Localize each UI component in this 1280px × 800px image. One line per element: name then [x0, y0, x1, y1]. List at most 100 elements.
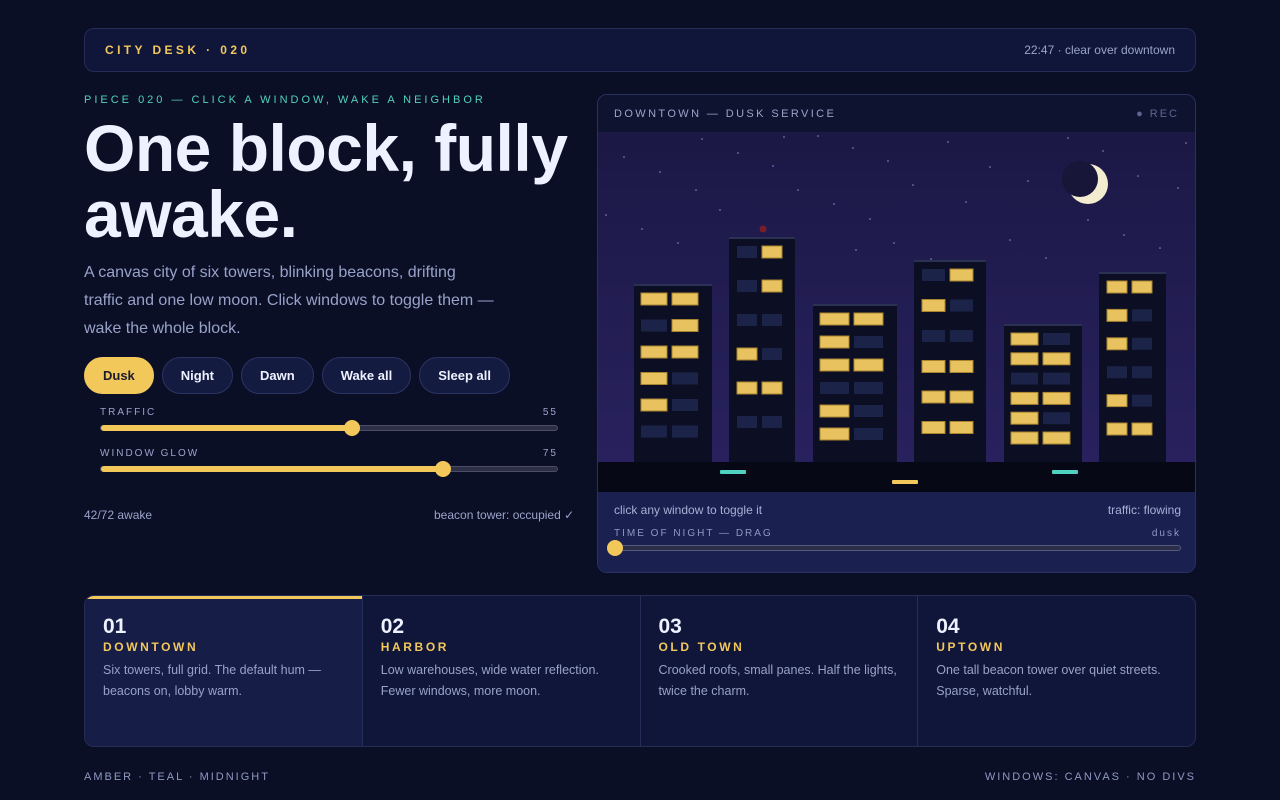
window-lit[interactable] — [640, 372, 668, 385]
window-lit[interactable] — [640, 398, 668, 412]
window-lit[interactable] — [949, 360, 974, 373]
dusk-button[interactable]: Dusk — [84, 357, 154, 394]
window-lit[interactable] — [1010, 431, 1039, 445]
window-dark[interactable] — [922, 330, 945, 342]
window-dark[interactable] — [641, 425, 667, 438]
night-button[interactable]: Night — [161, 357, 234, 394]
traffic-track[interactable] — [100, 420, 558, 436]
window-dark[interactable] — [762, 314, 782, 326]
district-tabs: 01 DOWNTOWN Six towers, full grid. The d… — [84, 595, 1196, 747]
window-lit[interactable] — [949, 268, 974, 282]
window-dark[interactable] — [820, 382, 849, 394]
star — [772, 165, 774, 167]
window-lit[interactable] — [1106, 422, 1128, 436]
window-dark[interactable] — [1132, 366, 1152, 379]
window-dark[interactable] — [641, 319, 667, 332]
window-lit[interactable] — [761, 381, 783, 395]
window-dark[interactable] — [1011, 372, 1038, 385]
time-of-night-thumb[interactable] — [607, 540, 623, 556]
window-dark[interactable] — [854, 405, 883, 417]
window-lit[interactable] — [1010, 332, 1039, 346]
star — [701, 138, 703, 140]
window-dark[interactable] — [854, 336, 883, 348]
window-lit[interactable] — [736, 347, 758, 361]
window-dark[interactable] — [672, 425, 698, 438]
window-lit[interactable] — [853, 358, 884, 372]
dawn-button[interactable]: Dawn — [241, 357, 314, 394]
time-of-night-track[interactable] — [607, 540, 1181, 556]
window-lit[interactable] — [1106, 337, 1128, 351]
window-lit[interactable] — [1042, 391, 1071, 405]
window-glow-track[interactable] — [100, 461, 558, 477]
tower-5 — [1004, 324, 1082, 462]
window-dark[interactable] — [672, 399, 698, 411]
window-lit[interactable] — [819, 335, 850, 349]
window-lit[interactable] — [819, 427, 850, 441]
window-lit[interactable] — [921, 360, 946, 373]
window-lit[interactable] — [1010, 391, 1039, 405]
traffic-fill — [101, 425, 352, 431]
star — [1159, 247, 1161, 249]
window-lit[interactable] — [949, 421, 974, 434]
window-dark[interactable] — [762, 416, 782, 428]
city-canvas[interactable] — [598, 132, 1196, 492]
window-lit[interactable] — [921, 299, 946, 312]
window-lit[interactable] — [761, 279, 783, 293]
district-downtown[interactable]: 01 DOWNTOWN Six towers, full grid. The d… — [85, 596, 363, 746]
window-lit[interactable] — [853, 312, 884, 326]
window-lit[interactable] — [671, 345, 699, 359]
window-dark[interactable] — [737, 314, 757, 326]
window-lit[interactable] — [921, 390, 946, 404]
window-dark[interactable] — [737, 416, 757, 428]
window-dark[interactable] — [737, 246, 757, 258]
window-lit[interactable] — [736, 381, 758, 395]
window-lit[interactable] — [1010, 352, 1039, 366]
window-glow-thumb[interactable] — [435, 461, 451, 477]
window-lit[interactable] — [819, 358, 850, 372]
district-uptown[interactable]: 04 UPTOWN One tall beacon tower over qui… — [918, 596, 1195, 746]
window-dark[interactable] — [1043, 372, 1070, 385]
district-old-town[interactable]: 03 OLD TOWN Crooked roofs, small panes. … — [641, 596, 919, 746]
sleep-all-button[interactable]: Sleep all — [419, 357, 510, 394]
window-lit[interactable] — [671, 319, 699, 332]
window-dark[interactable] — [1132, 394, 1152, 407]
wake-all-button[interactable]: Wake all — [321, 357, 412, 394]
window-lit[interactable] — [1131, 280, 1153, 294]
window-lit[interactable] — [640, 345, 668, 359]
window-dark[interactable] — [1107, 366, 1127, 379]
window-lit[interactable] — [1106, 308, 1128, 322]
district-number: 01 — [103, 615, 127, 638]
window-lit[interactable] — [1106, 394, 1128, 408]
window-dark[interactable] — [1132, 309, 1152, 322]
kicker: PIECE 020 — CLICK A WINDOW, WAKE A NEIGH… — [84, 94, 486, 106]
window-lit[interactable] — [1042, 431, 1071, 445]
star — [719, 209, 721, 211]
window-dark[interactable] — [854, 382, 883, 394]
window-lit[interactable] — [819, 404, 850, 418]
window-glow-slider: WINDOW GLOW 75 — [100, 448, 558, 477]
window-lit[interactable] — [1106, 280, 1128, 294]
window-lit[interactable] — [949, 390, 974, 404]
district-harbor[interactable]: 02 HARBOR Low warehouses, wide water ref… — [363, 596, 641, 746]
window-dark[interactable] — [950, 330, 973, 342]
window-dark[interactable] — [1043, 333, 1070, 345]
window-dark[interactable] — [922, 269, 945, 281]
window-dark[interactable] — [1132, 337, 1152, 350]
window-dark[interactable] — [762, 348, 782, 360]
window-lit[interactable] — [671, 292, 699, 306]
window-lit[interactable] — [761, 245, 783, 259]
window-lit[interactable] — [1010, 411, 1039, 425]
window-lit[interactable] — [819, 312, 850, 326]
window-lit[interactable] — [1131, 422, 1153, 436]
window-dark[interactable] — [1043, 412, 1070, 425]
window-glow-value: 75 — [542, 448, 558, 459]
window-dark[interactable] — [950, 299, 973, 312]
traffic-thumb[interactable] — [343, 420, 360, 436]
window-dark[interactable] — [737, 280, 757, 292]
window-lit[interactable] — [1042, 352, 1071, 366]
car-amber — [892, 480, 918, 484]
window-dark[interactable] — [854, 428, 883, 440]
window-lit[interactable] — [921, 421, 946, 434]
window-lit[interactable] — [640, 292, 668, 306]
window-dark[interactable] — [672, 372, 698, 385]
